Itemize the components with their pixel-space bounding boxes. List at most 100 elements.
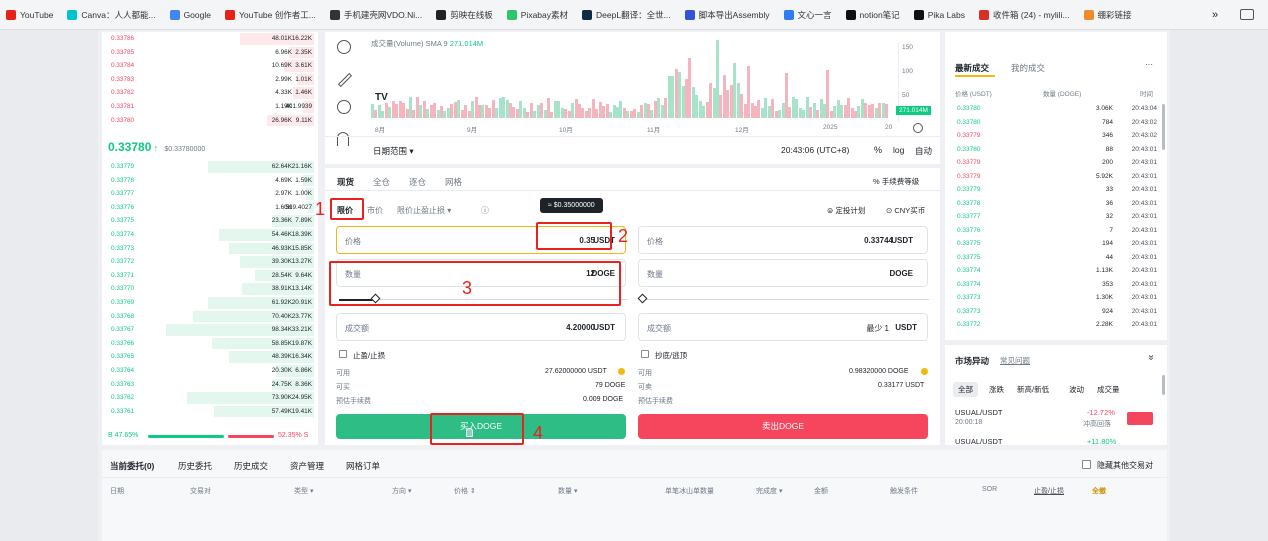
- bookmark-12[interactable]: 收件箱 (24) - mylili...: [979, 9, 1070, 21]
- orderbook-row[interactable]: 0.33768 70.40K 23.77K: [102, 310, 314, 324]
- sell-bottom-checkbox[interactable]: [641, 350, 649, 358]
- bookmark-2[interactable]: Google: [169, 9, 211, 20]
- bookmark-0[interactable]: YouTube: [6, 9, 53, 20]
- bookmark-4[interactable]: 手机建壳网VDO.Ni...: [329, 9, 422, 21]
- orders-tab-0[interactable]: 当前委托(0): [110, 460, 154, 472]
- bookmark-3[interactable]: YouTube 创作者工...: [224, 9, 316, 21]
- info-icon[interactable]: ⓘ: [481, 205, 489, 216]
- orderbook-row[interactable]: 0.33774 54.46K 18.39K: [102, 228, 314, 242]
- orderbook-row[interactable]: 0.33784 10.69K 3.61K: [102, 59, 314, 73]
- orderbook-row[interactable]: 0.33786 48.01K 16.22K: [102, 32, 314, 46]
- orderbook-row[interactable]: 0.33767 98.34K 33.21K: [102, 323, 314, 337]
- mover-pair-2[interactable]: USUAL/USDT: [955, 437, 1003, 446]
- orders-col-4[interactable]: 价格 ⇕: [454, 486, 476, 496]
- percent-toggle[interactable]: %: [874, 145, 882, 155]
- sell-qty-slider[interactable]: [643, 299, 929, 300]
- settings-icon[interactable]: [913, 123, 923, 133]
- market-tab-0[interactable]: 全部: [953, 382, 978, 397]
- bookmark-10[interactable]: notion笔记: [845, 9, 900, 21]
- faq-link[interactable]: 常见问题: [1000, 355, 1030, 366]
- orders-col-11[interactable]: 止盈/止损: [1034, 486, 1064, 496]
- orderbook-row[interactable]: 0.33785 6.96K 2.35K: [102, 46, 314, 60]
- orderbook-row[interactable]: 0.33780 26.96K 9.11K: [102, 114, 314, 128]
- orderbook-row[interactable]: 0.33762 73.90K 24.95K: [102, 391, 314, 405]
- orders-tab-4[interactable]: 网格订单: [346, 460, 380, 472]
- orders-tab-2[interactable]: 历史成交: [234, 460, 268, 472]
- orders-col-12[interactable]: 全撤: [1092, 486, 1106, 496]
- market-tab-1[interactable]: 涨跌: [989, 384, 1004, 395]
- trade-tab-3[interactable]: 网格: [445, 176, 462, 188]
- market-order-tab[interactable]: 市价: [367, 205, 383, 216]
- sell-doge-button[interactable]: 卖出DOGE: [638, 414, 928, 439]
- smile-icon[interactable]: [337, 40, 351, 54]
- orderbook-row[interactable]: 0.33765 48.39K 16.34K: [102, 350, 314, 364]
- log-toggle[interactable]: log: [893, 145, 904, 155]
- orders-col-2[interactable]: 类型 ▾: [294, 486, 313, 496]
- orders-tab-3[interactable]: 资产管理: [290, 460, 324, 472]
- orderbook-row[interactable]: 0.33777 2.97K 1.00K: [102, 187, 314, 201]
- bookmark-11[interactable]: Pika Labs: [913, 9, 965, 20]
- magnet-icon[interactable]: [337, 132, 349, 146]
- date-range-button[interactable]: 日期范围 ▾: [373, 145, 414, 157]
- volume-bar: [885, 104, 889, 118]
- buy-tpsl-checkbox[interactable]: [339, 350, 347, 358]
- bookmark-5[interactable]: 剪映在线板: [436, 9, 493, 21]
- orderbook-row[interactable]: 0.33771 28.54K 9.64K: [102, 269, 314, 283]
- bookmark-8[interactable]: 脚本导出Assembly: [684, 9, 770, 21]
- bookmark-7[interactable]: DeepL翻译：全世...: [582, 9, 671, 21]
- orderbook-row[interactable]: 0.33769 61.92K 20.91K: [102, 296, 314, 310]
- orderbook-row[interactable]: 0.33766 58.85K 19.87K: [102, 337, 314, 351]
- tab-latest-trades[interactable]: 最新成交: [955, 62, 989, 74]
- bookmark-9[interactable]: 文心一言: [783, 9, 832, 21]
- orderbook-row[interactable]: 0.33776 1.60K 539.4027: [102, 201, 314, 215]
- orderbook-row[interactable]: 0.33763 24.75K 8.36K: [102, 378, 314, 392]
- mover-pair[interactable]: USUAL/USDT: [955, 408, 1003, 417]
- cny-buy-link[interactable]: ⊙ CNY买币: [886, 205, 925, 216]
- movers-scrollbar[interactable]: [1162, 375, 1165, 395]
- market-tab-2[interactable]: 新高/新低: [1017, 384, 1049, 395]
- orderbook-row[interactable]: 0.33772 39.30K 13.27K: [102, 255, 314, 269]
- sell-slider-handle[interactable]: [637, 293, 648, 304]
- more-icon[interactable]: ···: [1145, 60, 1153, 69]
- col-qty: 数量 (DOGE): [1043, 91, 1082, 98]
- orders-tab-1[interactable]: 历史委托: [178, 460, 212, 472]
- add-funds-icon[interactable]: [618, 368, 625, 375]
- add-funds-sell-icon[interactable]: [921, 368, 928, 375]
- orderbook-row[interactable]: 0.33778 4.69K 1.59K: [102, 174, 314, 188]
- collapse-icon[interactable]: »: [1145, 355, 1156, 361]
- bookmarks-more-button[interactable]: »: [1212, 9, 1218, 21]
- sell-total-field[interactable]: 成交额 最少 1 USDT: [638, 313, 928, 341]
- trade-tab-1[interactable]: 全仓: [373, 176, 390, 188]
- bookmark-13[interactable]: 绷彩链接: [1083, 9, 1132, 21]
- orderbook-row[interactable]: 0.33779 62.64K 21.16K: [102, 160, 314, 174]
- arrow-up-icon: ↑: [153, 143, 159, 153]
- orders-col-3[interactable]: 方向 ▾: [392, 486, 411, 496]
- dca-plan-link[interactable]: ⊜ 定投计划: [827, 205, 865, 216]
- orderbook-row[interactable]: 0.33783 2.99K 1.01K: [102, 73, 314, 87]
- market-tab-4[interactable]: 成交量: [1097, 384, 1120, 395]
- hide-others-checkbox[interactable]: [1082, 460, 1091, 469]
- zoom-icon[interactable]: [337, 100, 351, 114]
- sell-price-field[interactable]: 价格 0.33744 USDT: [638, 226, 928, 254]
- orderbook-row[interactable]: 0.33773 46.93K 15.85K: [102, 242, 314, 256]
- orderbook-row[interactable]: 0.33761 57.49K 19.41K: [102, 405, 314, 419]
- trade-panel: % 手续费等级 限价 市价 限价止盈止损 ▾ ⓘ ⊜ 定投计划 ⊙ CNY买币 …: [325, 168, 940, 445]
- sell-qty-field[interactable]: 数量 DOGE: [638, 259, 928, 287]
- folder-icon[interactable]: [1240, 9, 1254, 20]
- auto-toggle[interactable]: 自动: [915, 145, 932, 157]
- orderbook-row[interactable]: 0.33782 4.33K 1.46K: [102, 86, 314, 100]
- orderbook-row[interactable]: 0.33775 23.36K 7.89K: [102, 214, 314, 228]
- buy-total-field[interactable]: 成交额 4.20000 USDT: [336, 313, 626, 341]
- bookmark-6[interactable]: Pixabay素材: [506, 9, 568, 21]
- orderbook-row[interactable]: 0.33770 38.91K 13.14K: [102, 282, 314, 296]
- stop-limit-tab[interactable]: 限价止盈止损 ▾: [397, 205, 451, 216]
- ruler-icon[interactable]: [337, 72, 353, 88]
- trade-tab-0[interactable]: 现货: [337, 176, 354, 188]
- orderbook-row[interactable]: 0.33781 1.19K 401.9939: [102, 100, 314, 114]
- orderbook-row[interactable]: 0.33764 20.30K 6.86K: [102, 364, 314, 378]
- market-tab-3[interactable]: 波动: [1069, 384, 1084, 395]
- trade-tab-2[interactable]: 逐仓: [409, 176, 426, 188]
- tab-my-trades[interactable]: 我的成交: [1011, 62, 1045, 74]
- bookmark-1[interactable]: Canva：人人都能...: [67, 9, 156, 21]
- fee-level-link[interactable]: % 手续费等级: [873, 176, 919, 187]
